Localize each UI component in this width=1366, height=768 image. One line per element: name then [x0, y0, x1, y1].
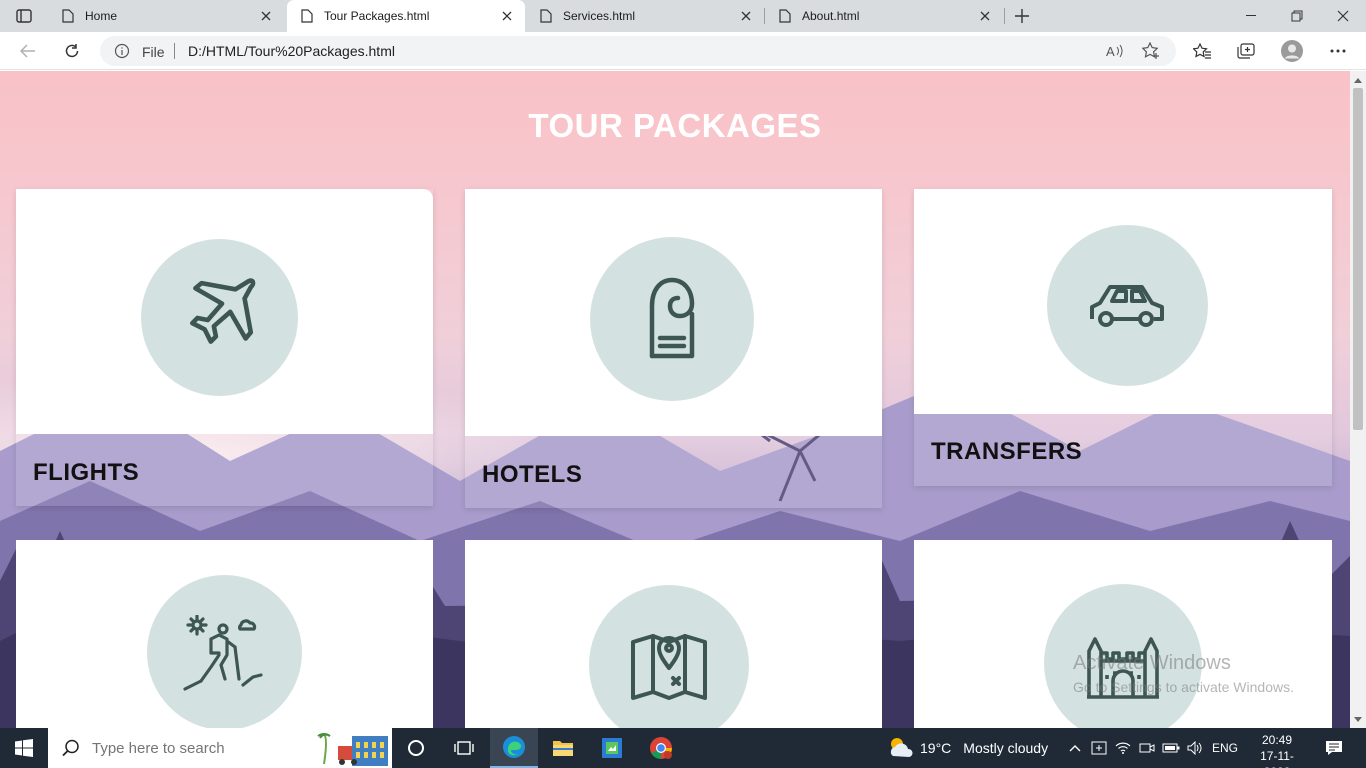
page-icon — [777, 8, 793, 24]
system-clock[interactable]: 20:49 17-11-2022 — [1248, 732, 1306, 768]
back-arrow-icon[interactable] — [13, 36, 43, 66]
security-label: File — [142, 44, 165, 60]
address-bar[interactable]: File A — [100, 36, 1176, 66]
close-tab-icon[interactable] — [971, 6, 999, 26]
restore-icon[interactable] — [1274, 0, 1320, 32]
read-aloud-icon[interactable]: A — [1104, 41, 1126, 61]
close-tab-icon[interactable] — [252, 6, 280, 26]
weather-widget[interactable]: 19°C Mostly cloudy — [886, 728, 1048, 768]
more-menu-icon[interactable] — [1323, 36, 1353, 66]
tab-actions-icon[interactable] — [10, 6, 38, 26]
document-app-icon[interactable] — [588, 728, 636, 768]
file-explorer-icon[interactable] — [539, 728, 587, 768]
close-tab-icon[interactable] — [493, 6, 521, 26]
refresh-icon[interactable] — [57, 36, 87, 66]
minimize-icon[interactable] — [1228, 0, 1274, 32]
door-hanger-icon — [590, 237, 754, 401]
task-view-icon[interactable] — [440, 728, 488, 768]
info-icon[interactable] — [114, 43, 130, 59]
clock-time: 20:49 — [1261, 733, 1293, 747]
airplane-icon — [141, 239, 298, 396]
page-icon — [538, 8, 554, 24]
search-icon — [62, 739, 79, 757]
tab-services[interactable]: Services.html — [526, 0, 764, 32]
cortana-icon[interactable] — [392, 728, 440, 768]
tab-title: Services.html — [563, 9, 636, 23]
close-tab-icon[interactable] — [732, 6, 760, 26]
scrollbar-thumb[interactable] — [1353, 88, 1363, 430]
windows-taskbar: 19°C Mostly cloudy ENG 20:49 17-11-2022 — [0, 728, 1366, 768]
tab-title: Tour Packages.html — [324, 9, 430, 23]
edge-browser-icon[interactable] — [490, 728, 538, 768]
tab-about[interactable]: About.html — [765, 0, 1003, 32]
scroll-down-arrow-icon[interactable] — [1352, 713, 1364, 725]
watermark-subtitle: Go to Settings to activate Windows. — [1073, 679, 1294, 695]
card-title: TRANSFERS — [931, 438, 1083, 465]
activate-windows-watermark: Activate Windows Go to Settings to activ… — [1073, 652, 1294, 695]
tab-separator — [1004, 8, 1005, 24]
hiker-icon — [147, 575, 302, 728]
tab-tour-packages[interactable]: Tour Packages.html — [287, 0, 525, 32]
volume-icon[interactable] — [1184, 728, 1206, 768]
battery-icon[interactable] — [1160, 728, 1182, 768]
taskbar-search-box[interactable] — [48, 728, 392, 768]
browser-tab-bar: Home Tour Packages.html Services.html Ab… — [0, 0, 1366, 32]
wifi-icon[interactable] — [1112, 728, 1134, 768]
weather-description: Mostly cloudy — [963, 740, 1049, 756]
page-title: TOUR PACKAGES — [528, 107, 822, 144]
collections-icon[interactable] — [1231, 36, 1261, 66]
search-input[interactable] — [92, 739, 292, 757]
profile-avatar-icon[interactable] — [1277, 36, 1307, 66]
close-window-icon[interactable] — [1320, 0, 1366, 32]
tab-title: About.html — [802, 9, 860, 23]
new-tab-icon[interactable] — [1008, 4, 1036, 28]
tab-title: Home — [85, 9, 118, 23]
add-favorite-icon[interactable] — [1140, 41, 1162, 61]
show-hidden-icons-chevron-icon[interactable] — [1064, 728, 1086, 768]
clock-date: 17-11-2022 — [1260, 749, 1294, 768]
card-title: FLIGHTS — [33, 459, 140, 486]
page-viewport: TOUR PACKAGES FLIGHTS HOTELS TRANSFERS A… — [0, 71, 1350, 728]
browser-toolbar: File A — [0, 32, 1366, 70]
search-highlight-illustration — [310, 728, 392, 768]
input-language[interactable]: ENG — [1212, 741, 1238, 755]
cloudy-weather-icon — [890, 738, 913, 757]
card-title: HOTELS — [482, 461, 583, 488]
weather-temperature: 19°C — [920, 740, 952, 756]
page-icon — [299, 8, 315, 24]
car-icon — [1047, 225, 1208, 386]
page-icon — [60, 8, 76, 24]
chrome-browser-icon[interactable] — [637, 728, 685, 768]
watermark-title: Activate Windows — [1073, 652, 1231, 674]
security-tray-icon[interactable] — [1088, 728, 1110, 768]
tab-home[interactable]: Home — [48, 0, 284, 32]
url-field[interactable] — [188, 43, 1088, 59]
favorites-icon[interactable] — [1187, 36, 1217, 66]
scroll-up-arrow-icon[interactable] — [1352, 74, 1364, 86]
svg-text:A: A — [1106, 44, 1115, 58]
address-divider — [174, 43, 175, 59]
windows-start-icon[interactable] — [0, 728, 48, 768]
meet-now-icon[interactable] — [1136, 728, 1158, 768]
notification-center-icon[interactable] — [1318, 728, 1350, 768]
